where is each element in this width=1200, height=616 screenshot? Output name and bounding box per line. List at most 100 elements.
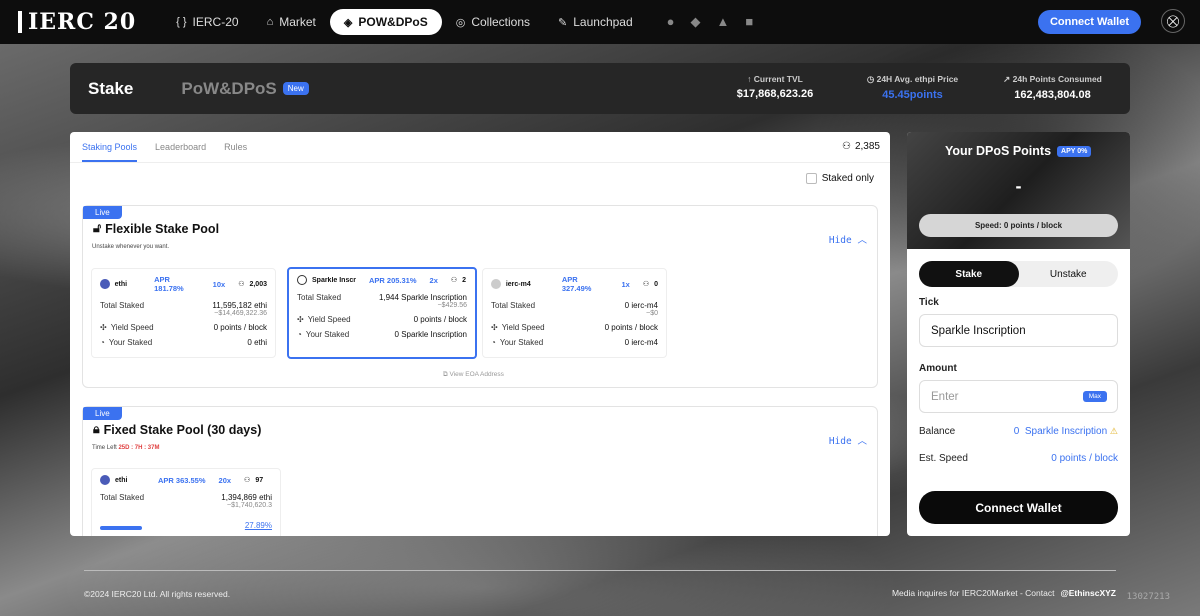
stake-tab[interactable]: Stake <box>919 261 1019 287</box>
users-count: ⚇ 2,385 <box>842 141 880 152</box>
nav-label: POW&DPoS <box>358 15 428 29</box>
pool-card-sparkle[interactable]: Sparkle Inscr APR 205.31% 2x ⚇ 2 Total Stake… <box>287 267 477 359</box>
flexible-pool: Live 🔓︎ Flexible Stake Pool Unstake whene… <box>82 205 878 388</box>
progress-percent: 27.89% <box>244 521 272 530</box>
users: 0 <box>654 280 658 288</box>
multiplier: 20x <box>218 475 232 485</box>
your-row: ◔ Your Staked 0 ierc-m4 <box>491 338 658 347</box>
users-icon: ⚇ <box>238 281 245 288</box>
nav-market[interactable]: ⌂ Market <box>253 9 330 35</box>
stat-value: 162,483,804.08 <box>1014 89 1091 101</box>
apy-badge: APY 0% <box>1057 145 1092 157</box>
tab-leaderboard[interactable]: Leaderboard <box>155 142 206 162</box>
watermark: 13027213 <box>1126 592 1170 602</box>
total-row: Total Staked 11,595,182 ethi ~$14,469,322.… <box>100 301 267 317</box>
users-count-value: 2,385 <box>854 141 880 152</box>
twitter-icon[interactable]: ▲ <box>717 14 730 30</box>
logo[interactable]: IERC 20 <box>18 9 136 35</box>
multiplier: 10x <box>212 279 226 289</box>
logo-text: IERC 20 <box>28 9 137 35</box>
card-header: Sparkle Inscr APR 205.31% 2x ⚇ 2 <box>297 275 467 285</box>
apr: APR 181.78% <box>154 275 184 293</box>
contact-handle-link[interactable]: @EthinscXYZ <box>1060 588 1116 598</box>
top-nav: IERC 20 { } IERC-20 ⌂ Market ◈ POW&DPoS ◎ Co… <box>0 0 1200 44</box>
new-badge: New <box>282 82 309 95</box>
connect-wallet-button[interactable]: Connect Wallet <box>1037 10 1141 34</box>
braces-icon: { } <box>176 16 187 28</box>
pool-card-ierc-m4[interactable]: ierc-m4 APR 327.49% 1x ⚇ 0 Total Staked 0 ier… <box>482 268 667 358</box>
card-header: ethi APR 181.78% 10x ⚇ 2,003 <box>100 275 267 293</box>
market-icon: ⌂ <box>266 16 274 28</box>
yield-icon: ✣ <box>491 323 498 332</box>
pow-dpos-heading[interactable]: PoW&DPoS <box>181 79 276 99</box>
apr: APR 363.55% <box>158 475 206 485</box>
pool-card-ethi-fixed[interactable]: ethi APR 363.55% 20x ⚇ 97 Total Staked 1,394,… <box>91 468 281 536</box>
card-header: ierc-m4 APR 327.49% 1x ⚇ 0 <box>491 275 658 293</box>
stat-tvl: ↑ Current TVL $17,868,623.26 <box>735 74 815 100</box>
gitbook-icon[interactable]: ◆ <box>691 14 701 30</box>
staked-only-filter[interactable]: Staked only <box>805 173 874 184</box>
cart-icon[interactable]: ⛒ <box>1161 9 1185 33</box>
chevron-up-icon: ︿ <box>857 436 867 447</box>
est-speed-row: Est. Speed 0 points / block <box>919 453 1118 464</box>
staked-only-checkbox[interactable] <box>805 173 817 184</box>
multiplier: 2x <box>429 275 438 285</box>
balance-row: Balance 0 Sparkle Inscription ⚠ <box>919 426 1118 437</box>
pool-card-ethi[interactable]: ethi APR 181.78% 10x ⚇ 2,003 Total Staked 11,… <box>91 268 276 358</box>
staked-icon: ◔ <box>297 330 302 339</box>
max-button[interactable]: Max <box>1082 391 1107 402</box>
view-eoa-link[interactable]: ⧉ View EOA Address <box>443 371 504 379</box>
unstake-tab[interactable]: Unstake <box>1019 261 1119 287</box>
copyright: ©2024 IERC20 Ltd. All rights reserved. <box>84 589 231 599</box>
github-icon[interactable]: ● <box>667 14 675 30</box>
your-row: ◔ Your Staked 0 ethi <box>100 338 267 347</box>
stat-points: ↗ 24h Points Consumed 162,483,804.08 <box>1000 74 1105 101</box>
discord-icon[interactable]: ■ <box>745 14 753 30</box>
stat-label: ↗ 24h Points Consumed <box>1003 74 1102 84</box>
nav-ierc20[interactable]: { } IERC-20 <box>162 9 252 35</box>
pow-icon: ◈ <box>343 16 353 29</box>
multiplier: 1x <box>621 279 630 289</box>
staked-icon: ◔ <box>100 338 105 347</box>
nav-label: IERC-20 <box>192 15 239 29</box>
staking-panel: Staking Pools Leaderboard Rules ⚇ 2,385 S… <box>70 132 890 536</box>
connect-wallet-main-button[interactable]: Connect Wallet <box>919 491 1118 524</box>
footer-divider <box>84 570 1116 571</box>
nav-label: Collections <box>471 15 531 29</box>
hide-toggle[interactable]: Hide ︿ <box>829 232 867 246</box>
users-icon: ⚇ <box>244 477 251 484</box>
tab-staking-pools[interactable]: Staking Pools <box>82 142 138 162</box>
logo-bar <box>18 11 22 33</box>
users-icon: ⚇ <box>450 277 458 284</box>
yield-row: ✣ Yield Speed 0 points / block <box>297 315 467 324</box>
tick-label: Tick <box>919 297 939 308</box>
users: 2,003 <box>249 280 267 288</box>
amount-input[interactable]: Enter Max <box>919 380 1118 413</box>
stake-heading[interactable]: Stake <box>88 79 133 99</box>
speed-bar: Speed: 0 points / block <box>919 214 1118 237</box>
apr: APR 205.31% <box>369 275 417 285</box>
progress-bar <box>100 526 142 530</box>
nav-label: Market <box>279 15 316 29</box>
users-icon: ⚇ <box>842 141 851 152</box>
hide-toggle[interactable]: Hide ︿ <box>829 433 867 447</box>
launchpad-icon: ✎ <box>558 16 568 29</box>
dpos-points-panel: Your DPoS Points APY 0% - Speed: 0 points… <box>907 132 1130 536</box>
live-badge: Live <box>83 206 122 219</box>
tab-bar: Staking Pools Leaderboard Rules <box>70 132 890 163</box>
nav-pow-dpos[interactable]: ◈ POW&DPoS <box>329 9 442 35</box>
nav-collections[interactable]: ◎ Collections <box>442 9 544 35</box>
tab-rules[interactable]: Rules <box>224 142 247 162</box>
tick-select[interactable]: Sparkle Inscription <box>919 314 1118 347</box>
amount-label: Amount <box>919 363 957 374</box>
stake-header: Stake PoW&DPoS New ↑ Current TVL $17,868… <box>70 63 1130 114</box>
social-links: ● ◆ ▲ ■ <box>667 14 754 30</box>
apr: APR 327.49% <box>561 275 592 293</box>
staked-icon: ◔ <box>491 338 496 347</box>
live-badge: Live <box>83 407 122 420</box>
total-row: Total Staked 0 ierc-m4 ~$0 <box>491 301 658 317</box>
unlock-icon: 🔓︎ <box>93 221 102 235</box>
warning-icon: ⚠ <box>1109 426 1118 436</box>
total-row: Total Staked 1,944 Sparkle Inscription ~$4… <box>297 293 467 309</box>
nav-launchpad[interactable]: ✎ Launchpad <box>544 9 647 35</box>
